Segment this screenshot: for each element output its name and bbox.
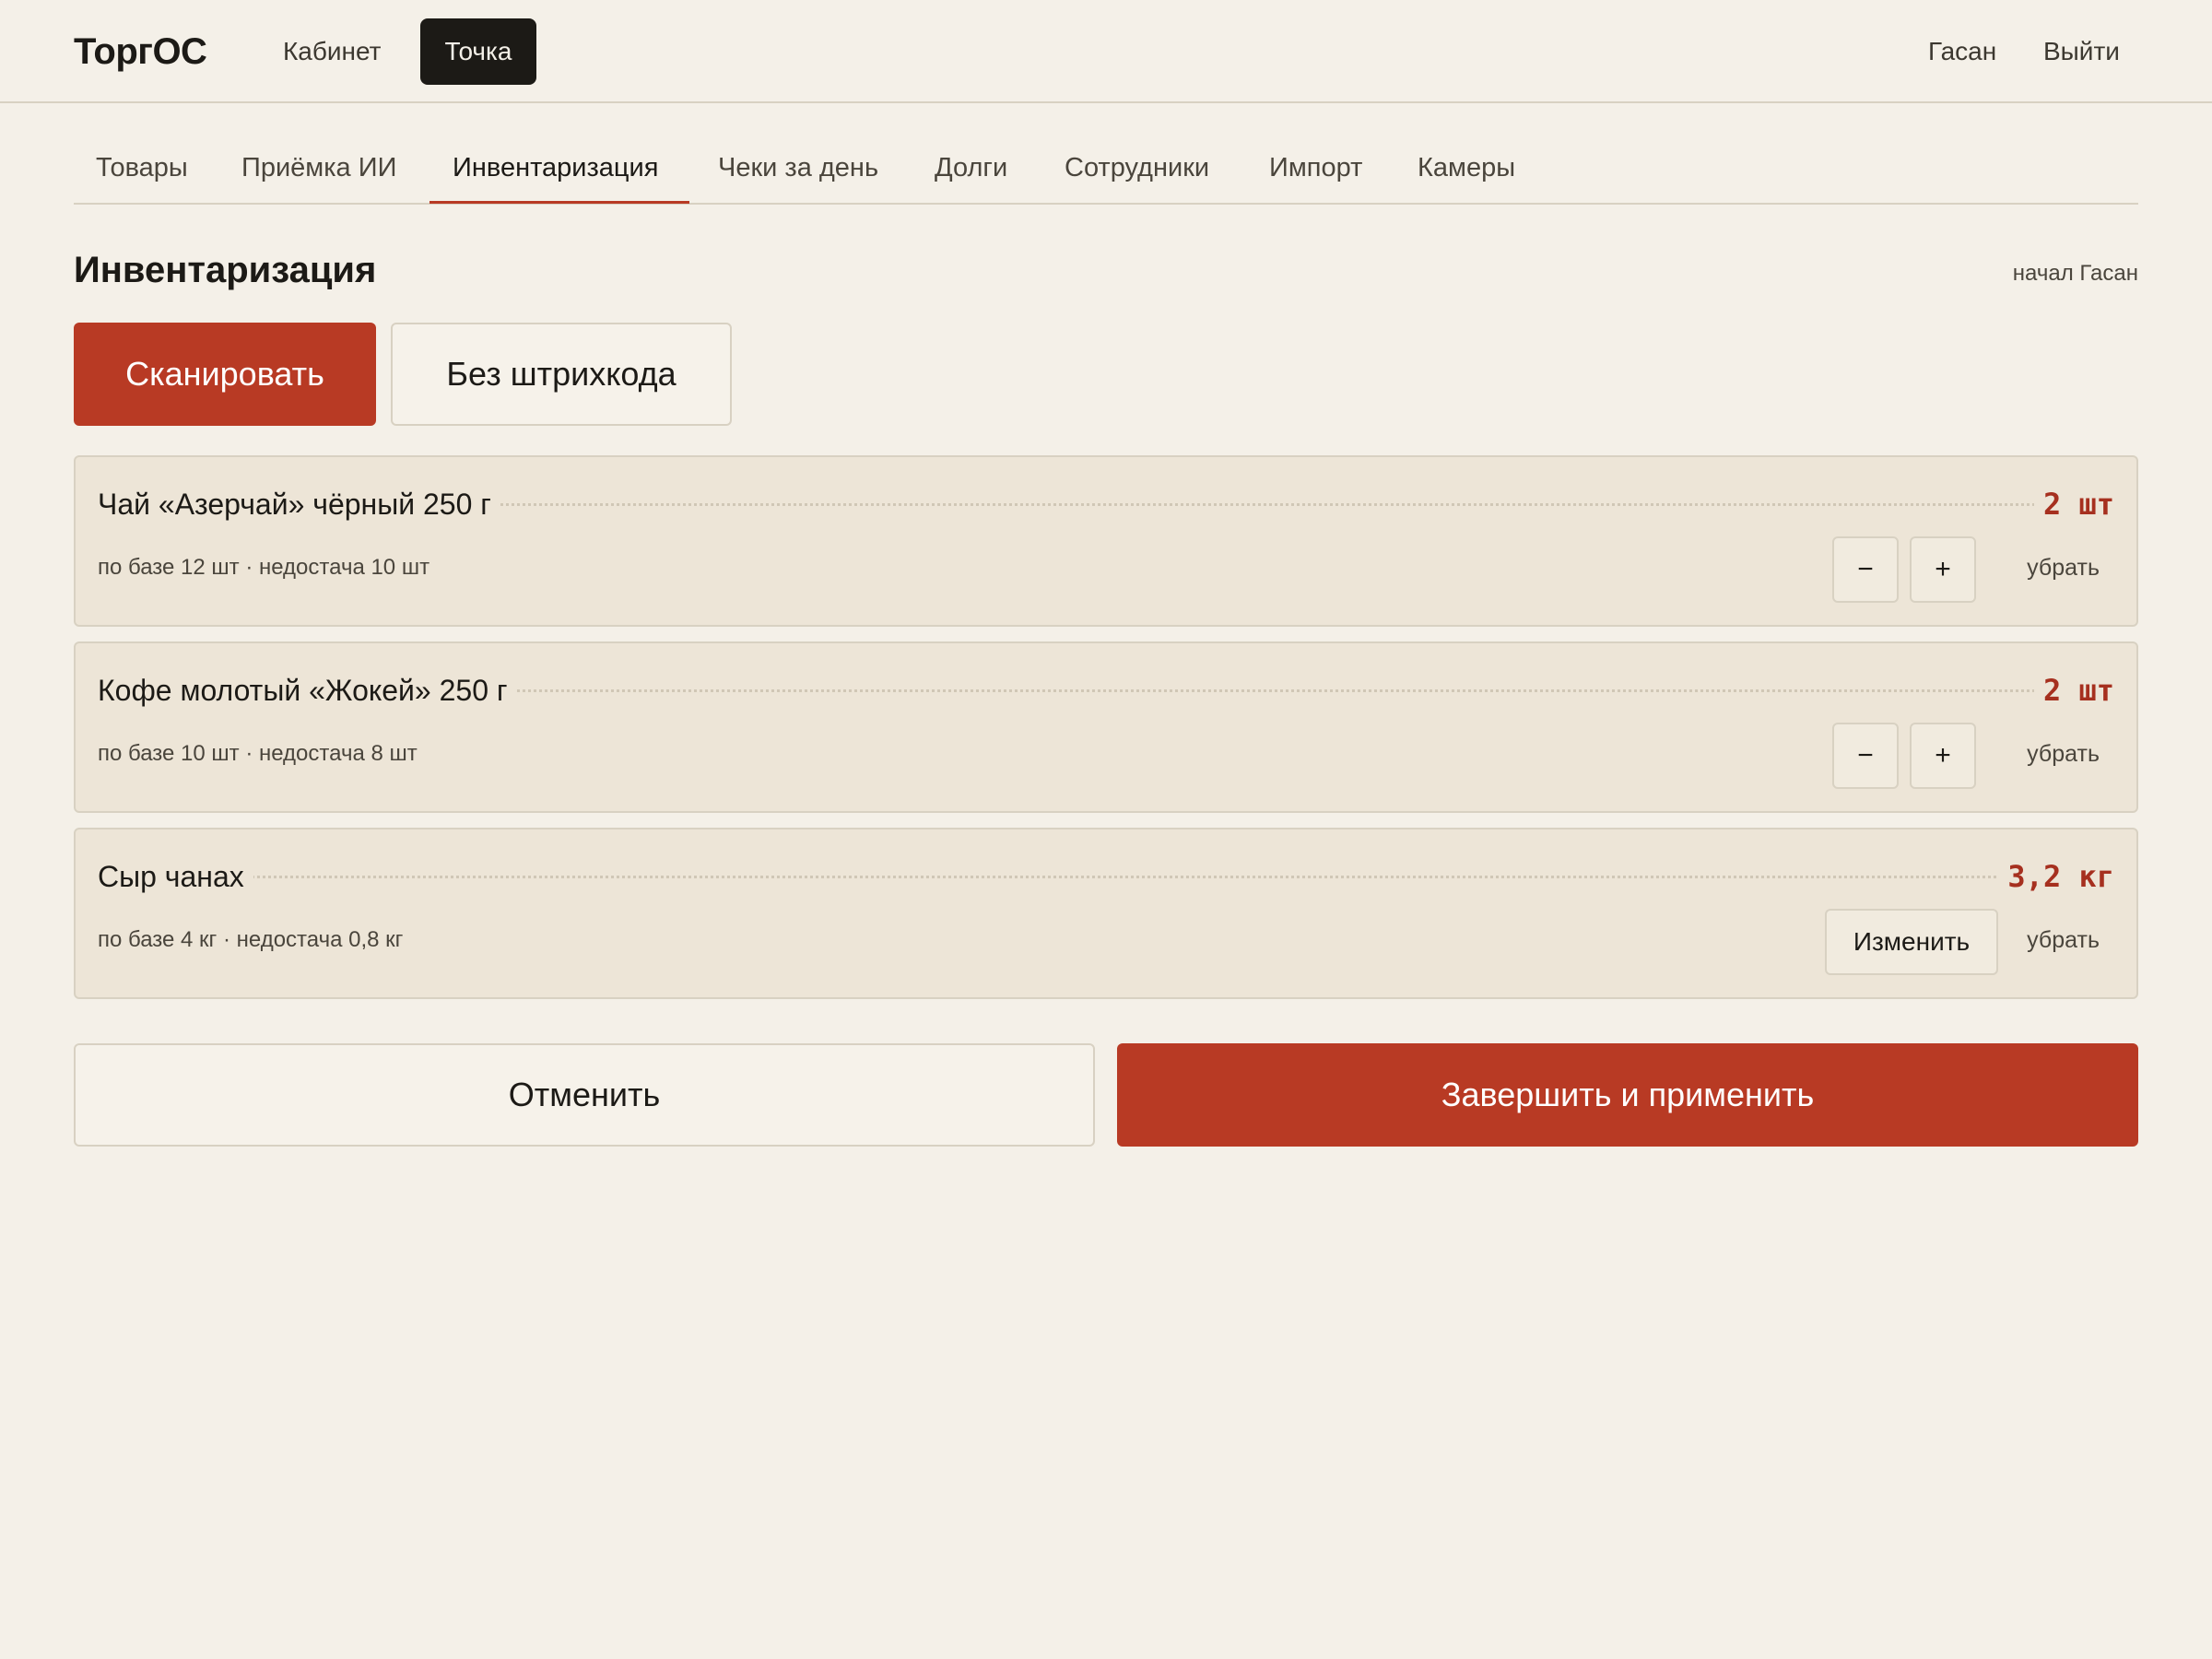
- decrement-button[interactable]: −: [1832, 723, 1899, 789]
- item-quantity: 2 шт: [2033, 483, 2114, 525]
- tab-debts[interactable]: Долги: [935, 147, 1007, 188]
- change-weight-button[interactable]: Изменить: [1825, 909, 1998, 975]
- decrement-button[interactable]: −: [1832, 536, 1899, 603]
- tab-receipts[interactable]: Чеки за день: [718, 147, 878, 188]
- section-tabs: Товары Приёмка ИИ Инвентаризация Чеки за…: [74, 138, 2138, 205]
- item-stock-info: по базе 10 шт · недостача 8 шт: [98, 741, 418, 766]
- item-stock-info: по базе 12 шт · недостача 10 шт: [98, 555, 430, 580]
- tab-employees[interactable]: Сотрудники: [1065, 147, 1209, 188]
- item-stock-info: по базе 4 кг · недостача 0,8 кг: [98, 927, 404, 952]
- remove-item-link[interactable]: убрать: [2027, 924, 2100, 957]
- tab-inventory[interactable]: Инвентаризация: [453, 147, 658, 188]
- remove-item-link[interactable]: убрать: [2027, 737, 2100, 771]
- item-quantity: 3,2 кг: [1998, 855, 2114, 898]
- tab-ai-receiving[interactable]: Приёмка ИИ: [241, 147, 396, 188]
- brand-logo[interactable]: ТоргОС: [74, 28, 207, 76]
- active-tab-indicator: [429, 201, 689, 204]
- item-name: Чай «Азерчай» чёрный 250 г: [98, 483, 500, 525]
- tab-goods[interactable]: Товары: [96, 147, 188, 188]
- item-quantity: 2 шт: [2033, 669, 2114, 712]
- cancel-button[interactable]: Отменить: [74, 1043, 1095, 1147]
- no-barcode-button[interactable]: Без штрихкода: [391, 323, 732, 426]
- inventory-item: Чай «Азерчай» чёрный 250 г 2 шт по базе …: [74, 455, 2138, 627]
- tab-import[interactable]: Импорт: [1269, 147, 1362, 188]
- scan-button[interactable]: Сканировать: [74, 323, 376, 426]
- increment-button[interactable]: +: [1910, 723, 1976, 789]
- finish-apply-button[interactable]: Завершить и применить: [1117, 1043, 2138, 1147]
- tab-cameras[interactable]: Камеры: [1418, 147, 1515, 188]
- remove-item-link[interactable]: убрать: [2027, 551, 2100, 584]
- started-by: начал Гасан: [2012, 261, 2138, 286]
- item-name: Сыр чанах: [98, 855, 253, 898]
- inventory-item: Кофе молотый «Жокей» 250 г 2 шт по базе …: [74, 641, 2138, 813]
- page-title: Инвентаризация: [74, 250, 377, 290]
- nav-point[interactable]: Точка: [420, 18, 536, 85]
- item-name: Кофе молотый «Жокей» 250 г: [98, 669, 517, 712]
- user-name[interactable]: Гасан: [1928, 31, 1996, 72]
- top-bar: ТоргОС Кабинет Точка Гасан Выйти: [0, 0, 2212, 103]
- logout-link[interactable]: Выйти: [2043, 31, 2120, 72]
- nav-cabinet[interactable]: Кабинет: [283, 31, 382, 72]
- inventory-item: Сыр чанах 3,2 кг по базе 4 кг · недостач…: [74, 828, 2138, 999]
- increment-button[interactable]: +: [1910, 536, 1976, 603]
- dotted-leader: [98, 876, 2035, 878]
